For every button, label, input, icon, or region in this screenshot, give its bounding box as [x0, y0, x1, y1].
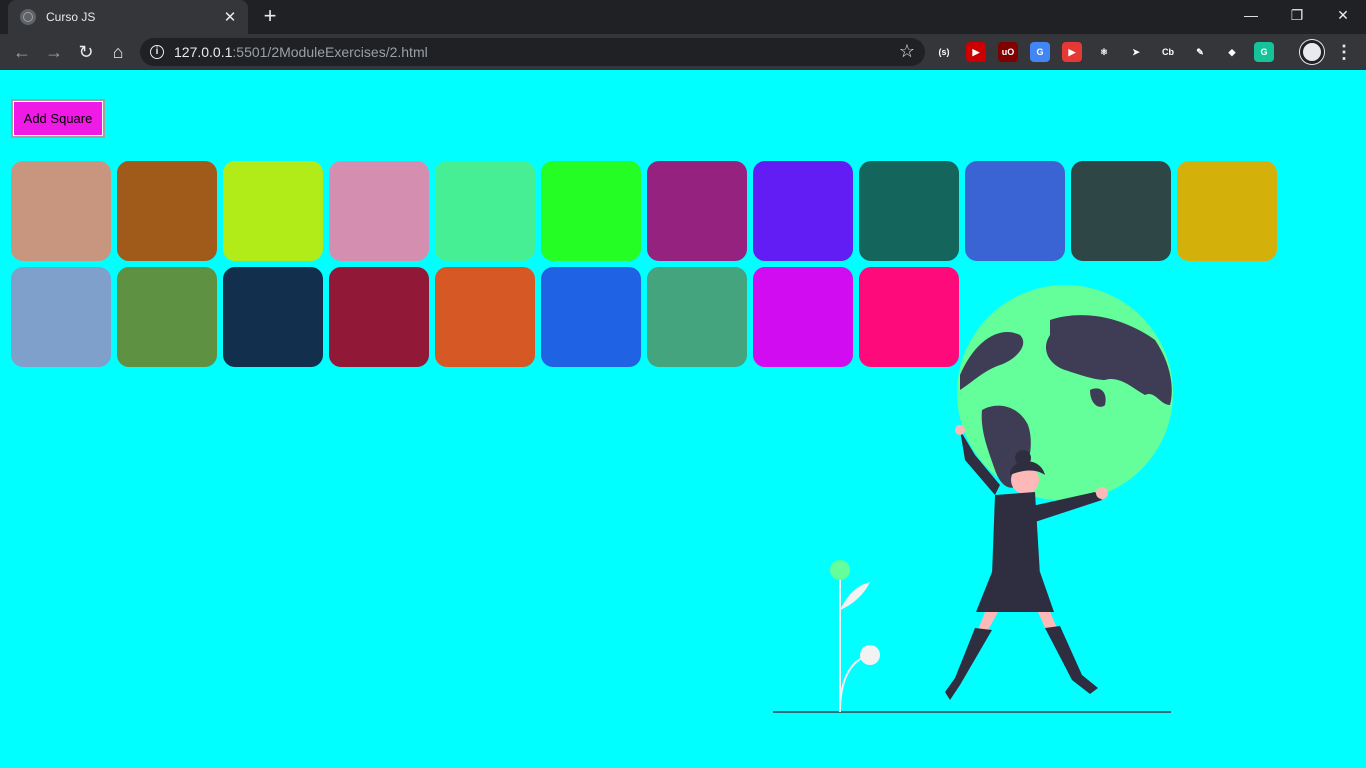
- color-square[interactable]: [647, 267, 747, 367]
- ublock-icon[interactable]: uO: [998, 42, 1018, 62]
- browser-tab[interactable]: Curso JS ✕: [8, 0, 248, 34]
- color-square[interactable]: [11, 267, 111, 367]
- color-square[interactable]: [223, 161, 323, 261]
- color-square[interactable]: [647, 161, 747, 261]
- browser-menu-icon[interactable]: ⋮: [1334, 38, 1354, 66]
- address-bar[interactable]: i 127.0.0.1:5501/2ModuleExercises/2.html…: [140, 38, 925, 66]
- google-translate-icon[interactable]: G: [1030, 42, 1050, 62]
- woman-holding-globe-illustration: [773, 285, 1173, 713]
- minimize-icon[interactable]: —: [1228, 0, 1274, 30]
- pen-extension-icon[interactable]: ✎: [1190, 42, 1210, 62]
- globe-illustration: [957, 285, 1173, 501]
- color-square[interactable]: [329, 267, 429, 367]
- arrow-extension-icon[interactable]: ➤: [1126, 42, 1146, 62]
- url-path: :5501/2ModuleExercises/2.html: [232, 44, 428, 60]
- back-arrow-icon[interactable]: ←: [8, 38, 36, 66]
- reload-icon[interactable]: ↻: [72, 38, 100, 66]
- sync-extension-icon[interactable]: (s): [934, 42, 954, 62]
- color-square[interactable]: [329, 161, 429, 261]
- react-devtools-icon[interactable]: ⚛: [1094, 42, 1114, 62]
- cb-extension-icon[interactable]: Cb: [1158, 42, 1178, 62]
- restore-icon[interactable]: ❐: [1274, 0, 1320, 30]
- close-window-icon[interactable]: ✕: [1320, 0, 1366, 30]
- color-square[interactable]: [223, 267, 323, 367]
- color-square[interactable]: [541, 267, 641, 367]
- color-square[interactable]: [117, 161, 217, 261]
- color-square[interactable]: [541, 161, 641, 261]
- color-square[interactable]: [965, 161, 1065, 261]
- color-square[interactable]: [117, 267, 217, 367]
- forward-arrow-icon[interactable]: →: [40, 38, 68, 66]
- youtube-red-icon[interactable]: ▶: [1062, 42, 1082, 62]
- add-square-button[interactable]: Add Square: [11, 99, 105, 138]
- globe-favicon-icon: [20, 9, 36, 25]
- site-info-icon[interactable]: i: [150, 45, 164, 59]
- home-icon[interactable]: ⌂: [104, 38, 132, 66]
- color-square[interactable]: [1071, 161, 1171, 261]
- close-tab-icon[interactable]: ✕: [222, 8, 238, 26]
- color-square[interactable]: [435, 161, 535, 261]
- color-square[interactable]: [1177, 161, 1277, 261]
- color-square[interactable]: [11, 161, 111, 261]
- color-square[interactable]: [859, 161, 959, 261]
- youtube-extension-icon[interactable]: ▶: [966, 42, 986, 62]
- color-square[interactable]: [753, 161, 853, 261]
- bookmark-star-icon[interactable]: ☆: [899, 41, 915, 62]
- url-host: 127.0.0.1: [174, 44, 233, 60]
- new-tab-button[interactable]: +: [258, 5, 282, 29]
- plant-illustration: [830, 560, 880, 713]
- profile-avatar[interactable]: [1300, 40, 1324, 64]
- grammarly-icon[interactable]: G: [1254, 42, 1274, 62]
- color-picker-icon[interactable]: ◆: [1222, 42, 1242, 62]
- browser-tab-bar: Curso JS ✕ + — ❐ ✕: [0, 0, 1366, 34]
- color-square[interactable]: [435, 267, 535, 367]
- browser-toolbar: ← → ↻ ⌂ i 127.0.0.1:5501/2ModuleExercise…: [0, 34, 1366, 70]
- tab-title: Curso JS: [46, 10, 96, 24]
